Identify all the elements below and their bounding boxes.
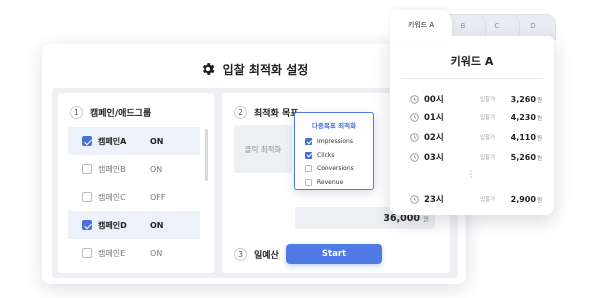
more-hours-ellipsis-icon: · · · [469, 167, 473, 183]
hour-label: 01시 [424, 113, 444, 123]
currency-unit: 원 [536, 197, 542, 204]
keyword-bid-panel: D C B 키워드 A 00시 입찰가 3,260원 01시 입찰가 4,230… [390, 10, 556, 215]
goal-option-label: Clicks [317, 151, 335, 159]
bid-price: 4,230원 [511, 113, 542, 122]
step-number-badge: 3 [234, 248, 247, 261]
goal-select-field[interactable]: 클릭 최적화 [234, 125, 292, 173]
clock-icon [410, 152, 419, 162]
bid-price-label: 입찰가 [480, 197, 496, 203]
campaign-list: 캠페인A ON 캠페인B ON 캠페인C OFF 캠페인D ON 캠페인E ON [68, 127, 200, 267]
clock-icon [410, 194, 419, 204]
clock-icon [410, 94, 419, 104]
impressions-checkbox[interactable] [305, 138, 312, 146]
campaign-name: 캠페인B [98, 164, 126, 174]
currency-unit: 원 [536, 115, 542, 122]
goal-option-clicks[interactable]: Clicks [305, 149, 354, 163]
bid-price: 5,260원 [511, 153, 542, 162]
bid-price-value: 5,260 [510, 152, 536, 162]
bid-price: 2,900원 [511, 195, 542, 204]
campaign-name: 캠페인A [98, 136, 127, 146]
goal-options-list: Impressions Clicks Conversions Revenue [305, 135, 354, 189]
revenue-checkbox[interactable] [305, 178, 312, 186]
goal-option-label: Conversions [317, 165, 354, 173]
campaign-b-checkbox[interactable] [82, 164, 92, 174]
campaign-e-checkbox[interactable] [82, 248, 92, 258]
bid-price-label: 입찰가 [480, 135, 496, 141]
campaign-panel: 1 캠페인/애드그룹 캠페인A ON 캠페인B ON 캠페인C OFF 캠페인D… [58, 93, 214, 273]
campaign-section-header: 1 캠페인/애드그룹 [70, 106, 151, 119]
campaign-d-checkbox[interactable] [82, 220, 92, 230]
bid-price-value: 3,260 [510, 94, 536, 104]
campaign-name: 캠페인E [98, 248, 126, 258]
campaign-status: OFF [150, 192, 166, 202]
hour-label: 02시 [424, 133, 444, 143]
campaign-list-scrollbar[interactable] [205, 129, 208, 181]
bid-price-value: 4,230 [510, 112, 536, 122]
currency-unit: 원 [536, 135, 542, 142]
campaign-status: ON [150, 164, 163, 174]
hour-label: 03시 [424, 153, 444, 163]
hour-label: 23시 [424, 195, 444, 205]
campaign-status: ON [150, 136, 164, 146]
bid-price-value: 2,900 [510, 194, 536, 204]
currency-unit: 원 [536, 97, 542, 104]
goal-section-label: 최적화 목표 [254, 109, 299, 119]
keyword-title: 키워드 A [450, 55, 494, 68]
clock-icon [410, 112, 419, 122]
multi-goal-dropdown: 다중목표 최적화 Impressions Clicks Conversions … [294, 112, 374, 190]
dropdown-title: 다중목표 최적화 [311, 122, 357, 130]
campaign-row-e[interactable]: 캠페인E ON [68, 239, 200, 267]
campaign-row-a[interactable]: 캠페인A ON [68, 127, 200, 155]
goal-option-label: Revenue [317, 178, 344, 186]
campaign-name: 캠페인C [98, 192, 126, 202]
hourly-bid-row: 03시 입찰가 5,260원 [410, 150, 542, 164]
conversions-checkbox[interactable] [305, 165, 312, 173]
budget-section-header: 3 일예산 [234, 248, 279, 261]
hour-label: 00시 [424, 95, 444, 105]
campaign-status: ON [150, 220, 164, 230]
campaign-status: ON [150, 248, 163, 258]
clock-icon [410, 132, 419, 142]
goal-option-impressions[interactable]: Impressions [305, 135, 354, 149]
step-number-badge: 1 [70, 106, 83, 119]
hourly-bid-row: 02시 입찰가 4,110원 [410, 130, 542, 144]
bid-price: 3,260원 [511, 95, 542, 104]
campaign-row-b[interactable]: 캠페인B ON [68, 155, 200, 183]
page-title: 입찰 최적화 설정 [222, 62, 309, 77]
goal-section-header: 2 최적화 목표 [234, 106, 299, 119]
tab-keyword-a[interactable]: 키워드 A [390, 10, 452, 40]
hourly-bid-row: 00시 입찰가 3,260원 [410, 92, 542, 106]
campaign-section-label: 캠페인/애드그룹 [90, 109, 152, 119]
goal-option-label: Impressions [317, 138, 353, 146]
goal-option-conversions[interactable]: Conversions [305, 162, 354, 176]
start-button[interactable]: Start [286, 244, 382, 264]
bid-price-label: 입찰가 [480, 155, 496, 161]
campaign-c-checkbox[interactable] [82, 192, 92, 202]
bid-price-label: 입찰가 [480, 115, 496, 121]
budget-section-label: 일예산 [254, 251, 279, 261]
gear-icon [202, 63, 215, 75]
campaign-row-d[interactable]: 캠페인D ON [68, 211, 200, 239]
goal-option-revenue[interactable]: Revenue [305, 176, 354, 190]
campaign-row-c[interactable]: 캠페인C OFF [68, 183, 200, 211]
bid-price-label: 입찰가 [480, 97, 496, 103]
hourly-bid-row: 01시 입찰가 4,230원 [410, 110, 542, 124]
campaign-name: 캠페인D [98, 220, 127, 230]
step-number-badge: 2 [234, 106, 247, 119]
hourly-bid-row: 23시 입찰가 2,900원 [410, 192, 542, 206]
bid-price: 4,110원 [511, 133, 542, 142]
clicks-checkbox[interactable] [305, 151, 312, 159]
currency-unit: 원 [536, 155, 542, 162]
bid-price-value: 4,110 [510, 132, 536, 142]
campaign-a-checkbox[interactable] [82, 136, 92, 146]
divider [402, 78, 542, 79]
keyword-panel-body: 키워드 A 00시 입찰가 3,260원 01시 입찰가 4,230원 02시 … [390, 36, 554, 215]
